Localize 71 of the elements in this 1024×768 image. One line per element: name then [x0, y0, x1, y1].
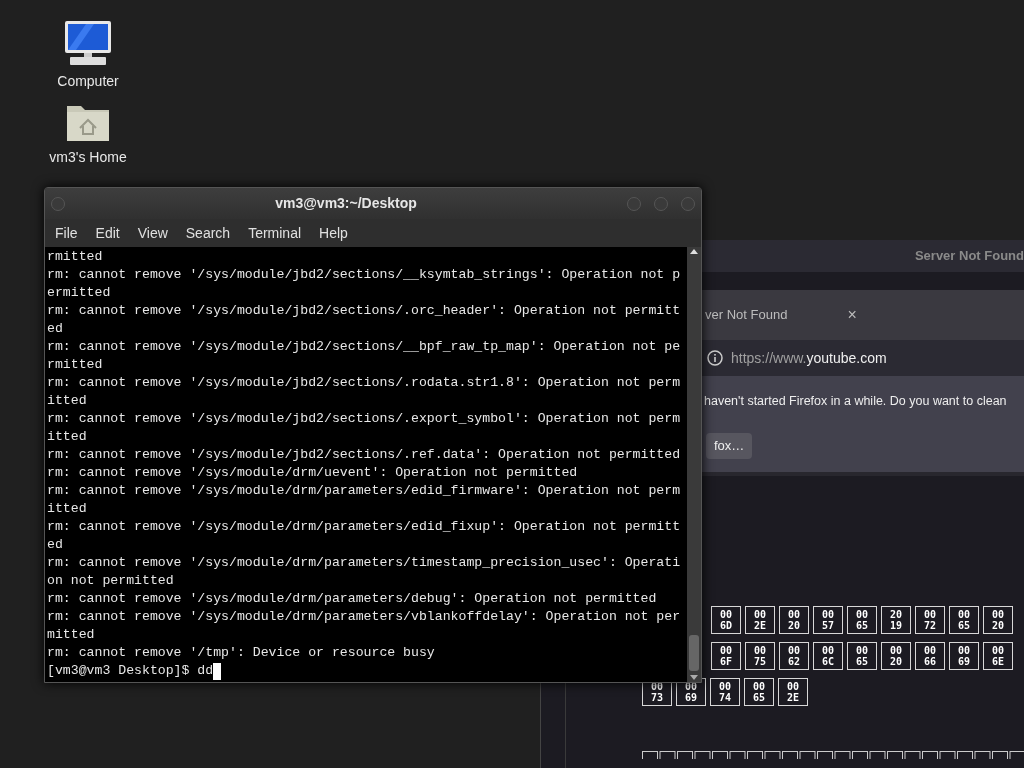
menu-item[interactable]: Terminal [242, 222, 308, 244]
info-icon[interactable] [707, 350, 723, 366]
glyph-box: 00 6C [813, 642, 843, 670]
terminal-line: rmitted [47, 356, 103, 374]
terminal-line: rm: cannot remove '/sys/module/jbd2/sections/__bpf_raw_tp_map': Operation not pe [47, 338, 681, 356]
browser-tab[interactable]: ver Not Found × [705, 295, 857, 335]
terminal-line: rm: cannot remove '/sys/module/drm/parameters/vblankoffdelay': Operation not per [47, 608, 681, 626]
terminal-line: rm: cannot remove '/sys/module/jbd2/sections/__ksymtab_strings': Operation not p [47, 266, 681, 284]
window-title: vm3@vm3:~/Desktop [274, 194, 418, 213]
glyph-box: 00 20 [983, 606, 1013, 634]
glyph-box: 00 20 [779, 606, 809, 634]
window-button[interactable] [627, 196, 641, 211]
terminal-line: rm: cannot remove '/tmp': Device or resource busy [47, 644, 435, 662]
glyph-box: 00 66 [915, 642, 945, 670]
menu-item[interactable]: View [131, 222, 174, 244]
scroll-thumb[interactable] [689, 635, 699, 671]
menu-item[interactable]: File [49, 222, 84, 244]
glyph-box: 00 65 [847, 642, 877, 670]
terminal-line: ermitted [47, 284, 111, 302]
terminal-line: mitted [47, 626, 95, 644]
terminal-line: on not permitted [47, 572, 174, 590]
glyph-box: 00 65 [847, 606, 877, 634]
glyph-box: 00 57 [813, 606, 843, 634]
glyph-box: 00 72 [915, 606, 945, 634]
glyph-box: 00 69 [949, 642, 979, 670]
terminal-line: rm: cannot remove '/sys/module/drm/parameters/edid_fixup': Operation not permitt [47, 518, 681, 536]
computer-icon [64, 20, 112, 66]
terminal-line: rm: cannot remove '/sys/module/drm/parameters/edid_firmware': Operation not perm [47, 482, 681, 500]
glyph-box: 20 19 [881, 606, 911, 634]
terminal-line: itted [47, 500, 87, 518]
terminal-line: rm: cannot remove '/sys/module/jbd2/sections/.rodata.str1.8': Operation not perm [47, 374, 681, 392]
window-title: Server Not Found [914, 247, 1024, 266]
menu-item[interactable]: Search [179, 222, 237, 244]
terminal-line: rm: cannot remove '/sys/module/jbd2/sections/.ref.data': Operation not permitted [47, 446, 681, 464]
window-button[interactable] [681, 196, 695, 211]
close-icon[interactable]: × [847, 307, 857, 323]
glyph-box: 00 75 [745, 642, 775, 670]
window-button[interactable] [51, 196, 65, 211]
glyph-box: 00 2E [745, 606, 775, 634]
notification-message: haven't started Firefox in a while. Do you want to clean [704, 393, 1008, 410]
glyph-box: 00 20 [881, 642, 911, 670]
terminal-line: rm: cannot remove '/sys/module/drm/uevent': Operation not permitted [47, 464, 578, 482]
terminal-line: rm: cannot remove '/sys/module/jbd2/sections/.orc_header': Operation not permitt [47, 302, 681, 320]
refresh-button[interactable]: fox… [706, 432, 753, 459]
terminal-line: itted [47, 392, 87, 410]
window-button[interactable] [654, 196, 668, 211]
menu-item[interactable]: Help [313, 222, 354, 244]
terminal-line: ed [47, 536, 63, 554]
glyph-box: 00 6F [711, 642, 741, 670]
scroll-down-icon[interactable] [690, 675, 698, 680]
scroll-up-icon[interactable] [690, 249, 698, 254]
text-cursor [213, 662, 222, 680]
terminal-line: ed [47, 320, 63, 338]
menu-item[interactable]: Edit [89, 222, 126, 244]
terminal-line: itted [47, 428, 87, 446]
glyph-box: 00 62 [779, 642, 809, 670]
glyph-box: 00 2E [778, 678, 808, 706]
terminal-line: rm: cannot remove '/sys/module/drm/parameters/timestamp_precision_usec': Operati [47, 554, 681, 572]
terminal-line: rm: cannot remove '/sys/module/drm/parameters/debug': Operation not permitted [47, 590, 657, 608]
glyph-box: 00 6E [983, 642, 1013, 670]
terminal-line: rm: cannot remove '/sys/module/jbd2/sections/.export_symbol': Operation not perm [47, 410, 681, 428]
terminal-prompt[interactable]: [vm3@vm3 Desktop]$ dd [47, 662, 214, 680]
icon-label[interactable]: Computer [57, 74, 119, 88]
glyph-box: 00 6D [711, 606, 741, 634]
terminal-line: rmitted [47, 248, 103, 266]
glyph-box: 00 74 [710, 678, 740, 706]
url-field[interactable]: https://www.youtube.com [705, 340, 1024, 376]
scrollbar[interactable] [687, 247, 701, 682]
icon-label[interactable]: vm3's Home [49, 150, 127, 164]
glyph-box: 00 65 [744, 678, 774, 706]
glyph-box: 00 65 [949, 606, 979, 634]
